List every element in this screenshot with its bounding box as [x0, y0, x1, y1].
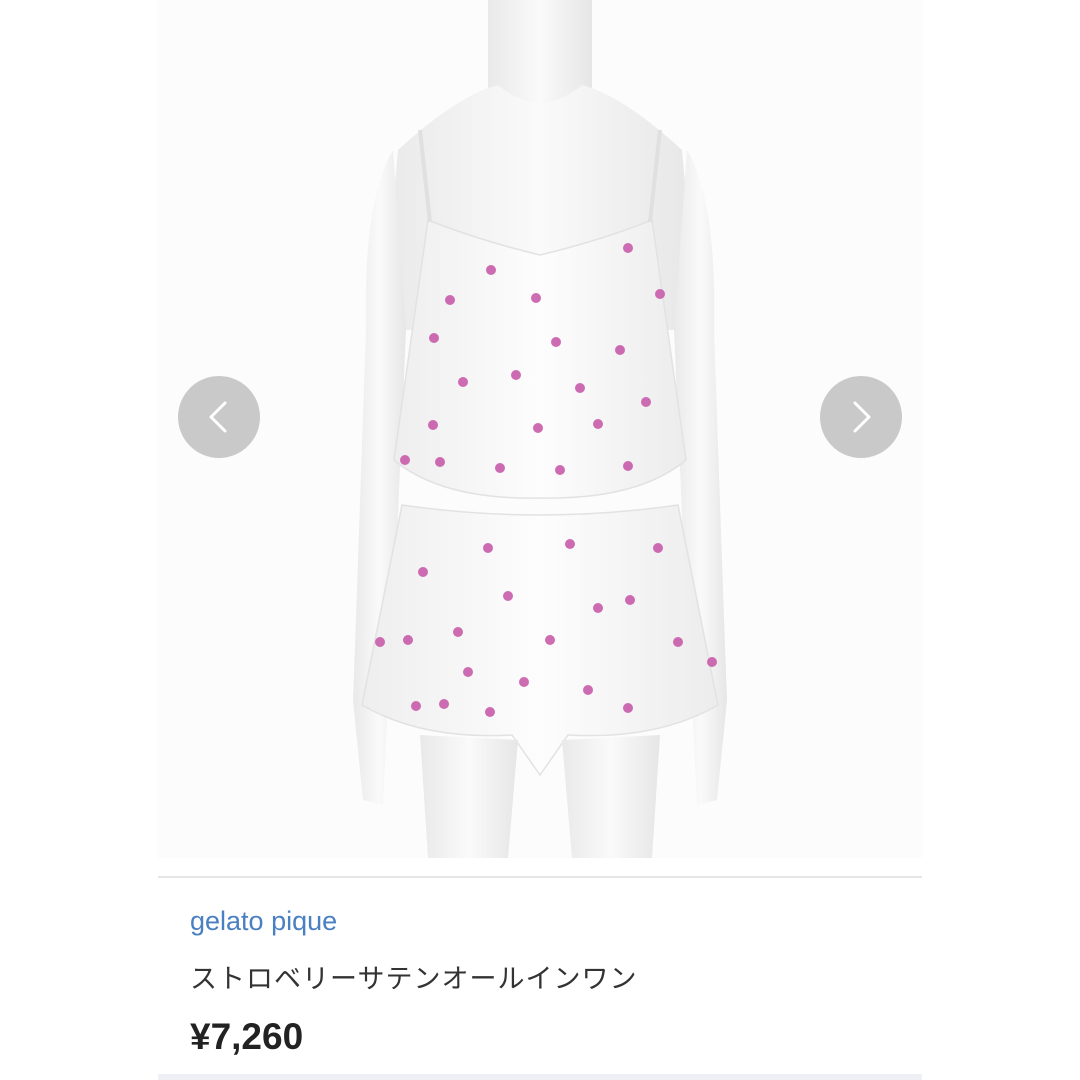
chevron-left-icon: [209, 401, 227, 433]
chevron-right-icon: [853, 401, 871, 433]
bottom-edge: [158, 1074, 922, 1080]
product-price: ¥7,260: [190, 1016, 304, 1057]
carousel-prev-button[interactable]: [178, 376, 260, 458]
brand-link[interactable]: gelato pique: [190, 906, 337, 937]
product-photo: [158, 0, 922, 858]
section-divider: [158, 876, 922, 878]
product-name: ストロベリーサテンオールインワン: [190, 964, 638, 994]
product-image-carousel: [0, 0, 1080, 860]
carousel-next-button[interactable]: [820, 376, 902, 458]
